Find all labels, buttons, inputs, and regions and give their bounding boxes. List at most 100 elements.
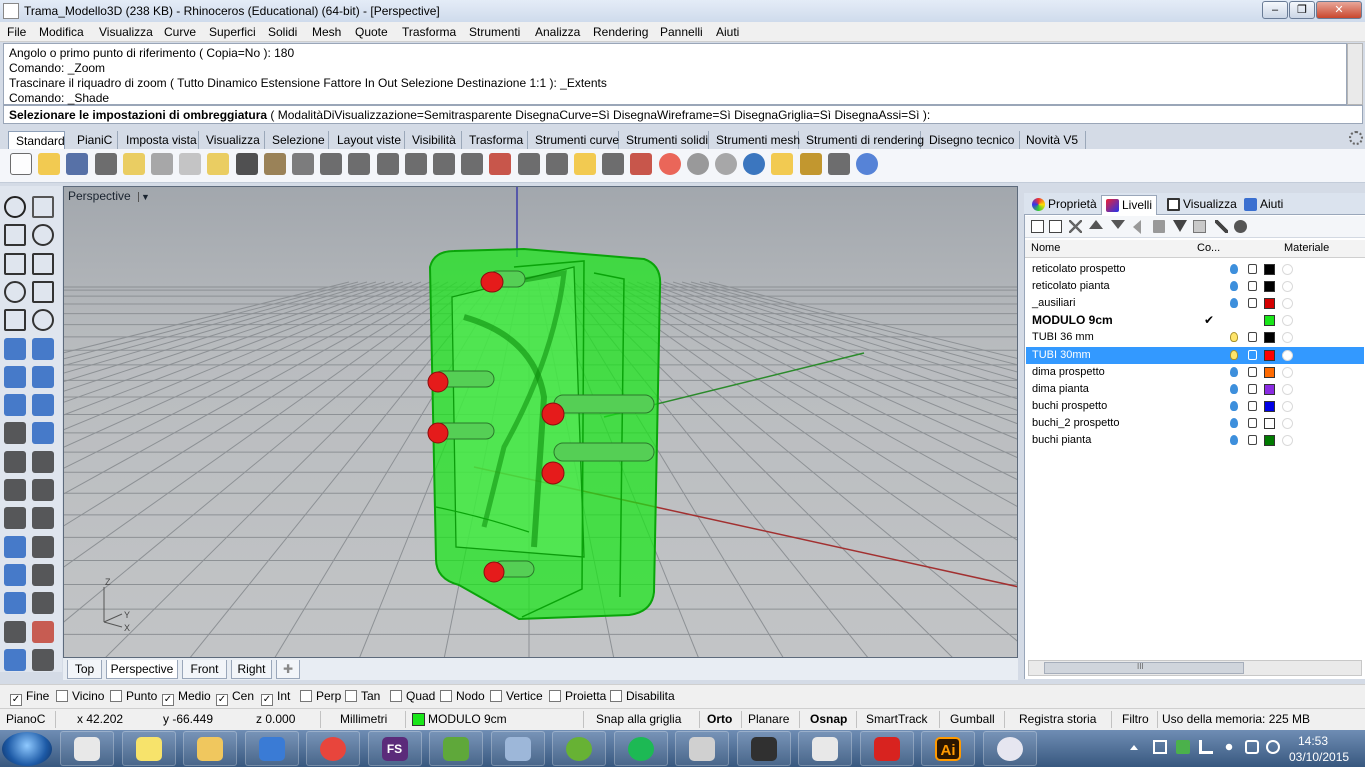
paste-icon[interactable]: [207, 153, 230, 175]
menu-aiuti[interactable]: Aiuti: [716, 25, 739, 39]
new-file-icon[interactable]: [10, 153, 32, 175]
layer-color-swatch[interactable]: [1264, 366, 1275, 378]
material-icon[interactable]: [1282, 332, 1293, 344]
material-icon[interactable]: [1282, 315, 1293, 327]
perspective-viewport[interactable]: Z Y X: [63, 186, 1018, 658]
cursor-icon[interactable]: [827, 153, 850, 175]
panel-tab-proprieta[interactable]: Proprietà: [1028, 195, 1101, 215]
volume-icon[interactable]: [1222, 740, 1236, 754]
osnap-checkbox[interactable]: [110, 690, 122, 702]
tray-expand-icon[interactable]: [1130, 745, 1138, 750]
osnap-cen[interactable]: ✓ Cen: [216, 689, 254, 706]
prompt-options[interactable]: ( ModalitàDiVisualizzazione=Semitraspare…: [270, 108, 930, 122]
solid-tools-icon[interactable]: [32, 422, 54, 445]
cylinder-icon[interactable]: [4, 394, 26, 417]
layer-help-icon[interactable]: [1234, 220, 1247, 233]
layer-row[interactable]: reticolato prospetto: [1026, 261, 1364, 278]
layer-icon[interactable]: [630, 153, 653, 175]
osnap-int[interactable]: ✓ Int: [261, 689, 290, 706]
layer-color-swatch[interactable]: [1264, 315, 1275, 327]
viewport-title[interactable]: Perspective ▼: [68, 189, 152, 203]
viewport-tab-top[interactable]: Top: [67, 660, 102, 679]
scale-icon[interactable]: [32, 563, 54, 586]
lock-icon[interactable]: [1248, 264, 1257, 274]
menu-quote[interactable]: Quote: [355, 25, 388, 39]
layer-row[interactable]: MODULO 9cm ✔: [1026, 312, 1364, 329]
display-sphere-icon[interactable]: [686, 153, 709, 175]
layer-name[interactable]: buchi_2 prospetto: [1032, 417, 1119, 429]
osnap-checkbox[interactable]: [610, 690, 622, 702]
toggle-snap-griglia[interactable]: Snap alla griglia: [596, 712, 681, 726]
add-viewport-icon[interactable]: ✚: [276, 660, 300, 679]
menu-rendering[interactable]: Rendering: [593, 25, 648, 39]
tab-visualizza[interactable]: Visualizza: [201, 131, 265, 149]
material-icon[interactable]: [1282, 366, 1293, 378]
material-icon[interactable]: [1282, 417, 1293, 429]
osnap-checkbox[interactable]: ✓: [261, 694, 273, 706]
itunes-icon[interactable]: [982, 731, 1037, 766]
rotate-view-icon[interactable]: [292, 153, 314, 175]
osnap-checkbox[interactable]: [56, 690, 68, 702]
material-icon[interactable]: [1282, 298, 1293, 310]
render-sphere-icon[interactable]: [715, 153, 737, 175]
osnap-vertice[interactable]: Vertice: [490, 689, 543, 703]
layer-name[interactable]: reticolato pianta: [1032, 280, 1110, 292]
layer-color-swatch[interactable]: [1264, 383, 1275, 395]
material-icon[interactable]: [1282, 281, 1293, 293]
trim-icon[interactable]: [4, 450, 26, 473]
layer-name[interactable]: dima pianta: [1032, 383, 1089, 395]
layer-name[interactable]: reticolato prospetto: [1032, 263, 1126, 275]
move-down-icon[interactable]: [1111, 220, 1125, 229]
layer-row[interactable]: buchi_2 prospetto: [1026, 415, 1364, 432]
lock-icon[interactable]: [1248, 366, 1257, 377]
array-grid-icon[interactable]: [4, 620, 26, 643]
osnap-checkbox[interactable]: ✓: [10, 694, 22, 706]
osnap-punto[interactable]: Punto: [110, 689, 157, 703]
minimize-button[interactable]: –: [1262, 1, 1288, 19]
calculator-icon[interactable]: [675, 731, 729, 766]
layer-name[interactable]: buchi prospetto: [1032, 400, 1107, 412]
render-blue-sphere-icon[interactable]: [743, 153, 766, 175]
osnap-medio[interactable]: ✓ Medio: [162, 689, 211, 706]
material-icon[interactable]: [1282, 264, 1293, 275]
visibility-bulb-icon[interactable]: [1230, 400, 1238, 411]
lock-icon[interactable]: [1248, 349, 1257, 360]
osnap-tan[interactable]: Tan: [345, 689, 380, 703]
snipping-tool-icon[interactable]: [60, 731, 114, 766]
lock-icon[interactable]: [1248, 298, 1257, 309]
chrome-icon[interactable]: [306, 731, 360, 766]
osnap-vicino[interactable]: Vicino: [56, 689, 104, 703]
menu-mesh[interactable]: Mesh: [312, 25, 341, 39]
visibility-bulb-icon[interactable]: [1230, 417, 1238, 428]
osnap-proietta[interactable]: Proietta: [549, 689, 606, 703]
polygon-icon[interactable]: [4, 309, 26, 332]
illustrator-icon[interactable]: Ai: [921, 731, 975, 766]
tab-selezione[interactable]: Selezione: [267, 131, 329, 149]
menu-visualizza[interactable]: Visualizza: [99, 25, 153, 39]
tab-strumenti-curve[interactable]: Strumenti curve: [530, 131, 619, 149]
solid-edit-icon[interactable]: [4, 648, 26, 671]
clock-time[interactable]: 14:53: [1298, 734, 1328, 748]
toggle-registra-storia[interactable]: Registra storia: [1019, 712, 1096, 726]
visibility-bulb-icon[interactable]: [1230, 366, 1238, 377]
viewport-tab-right[interactable]: Right: [231, 660, 272, 679]
material-icon[interactable]: [1282, 400, 1293, 412]
tray-app-icon[interactable]: [1176, 740, 1190, 754]
visibility-bulb-icon[interactable]: [1230, 332, 1238, 343]
lock-icon[interactable]: [1248, 435, 1257, 445]
command-history-scrollbar[interactable]: [1347, 43, 1363, 105]
acrobat-icon[interactable]: [859, 731, 914, 766]
layer-row[interactable]: _ausiliari: [1026, 295, 1364, 312]
toggle-osnap[interactable]: Osnap: [810, 712, 847, 726]
filter-icon[interactable]: [1173, 220, 1187, 232]
move-up-icon[interactable]: [1089, 220, 1103, 229]
osnap-checkbox[interactable]: [490, 690, 502, 702]
osnap-disabilita[interactable]: Disabilita: [610, 689, 675, 703]
polyline-icon[interactable]: [4, 224, 26, 247]
curve-icon[interactable]: [32, 224, 54, 247]
arc-icon[interactable]: [4, 280, 26, 303]
text-icon[interactable]: [4, 535, 26, 558]
toolbar-settings-icon[interactable]: [1349, 131, 1363, 145]
status-units[interactable]: Millimetri: [340, 712, 387, 726]
point-icon[interactable]: [32, 196, 54, 218]
